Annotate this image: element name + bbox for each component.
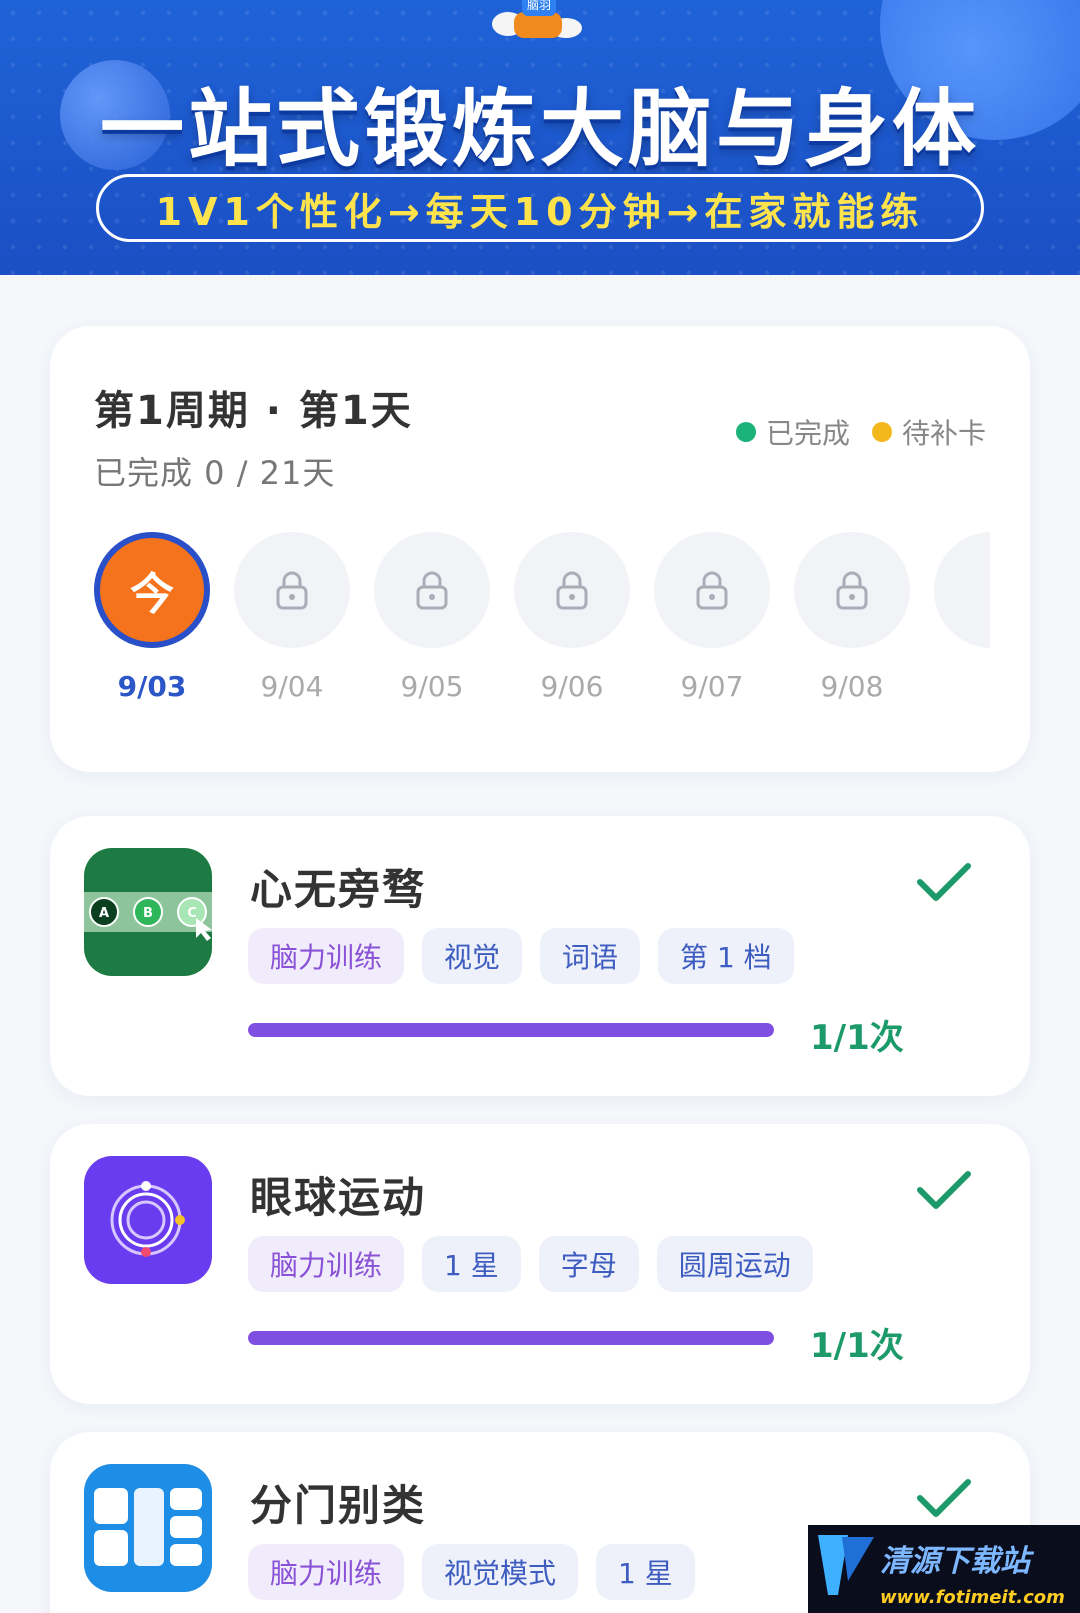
exercise-card[interactable]: 眼球运动 脑力训练 1 星 字母 圆周运动 1/1次 bbox=[50, 1124, 1030, 1404]
banner-title: 一站式锻炼大脑与身体 bbox=[99, 80, 980, 178]
progress-bar bbox=[248, 1023, 774, 1037]
day-date: 9/08 bbox=[820, 670, 884, 703]
cycle-title: 第1周期 · 第1天 bbox=[94, 388, 413, 434]
tag: 脑力训练 bbox=[248, 1236, 405, 1292]
tag: 圆周运动 bbox=[656, 1236, 813, 1292]
abc-focus-icon: A B C bbox=[84, 848, 212, 976]
attempt-count: 1/1次 bbox=[810, 1326, 904, 1366]
tag: 第 1 档 bbox=[658, 928, 794, 984]
day-date: 9/03 bbox=[117, 670, 187, 703]
day-selector[interactable]: 今 9/03 9/04 9/05 9/06 9/07 9/08 bbox=[94, 532, 990, 722]
exercise-title: 心无旁骛 bbox=[250, 865, 427, 914]
today-badge: 今 bbox=[94, 532, 210, 648]
orange-dot-icon bbox=[871, 422, 892, 442]
day-item-locked[interactable]: 9/08 bbox=[794, 532, 910, 703]
tag-list: 脑力训练 视觉 词语 第 1 档 bbox=[248, 928, 794, 984]
mascot-icon: 脑羽 bbox=[492, 0, 582, 38]
day-item-partial[interactable] bbox=[934, 532, 990, 648]
watermark-name: 清源下载站 bbox=[880, 1544, 1035, 1579]
exercise-title: 眼球运动 bbox=[250, 1173, 427, 1222]
tag: 视觉 bbox=[422, 928, 523, 984]
day-date: 9/04 bbox=[260, 670, 324, 703]
progress-fill bbox=[248, 1331, 774, 1345]
tag: 视觉模式 bbox=[422, 1544, 579, 1600]
check-icon bbox=[917, 1479, 971, 1517]
tag-list: 脑力训练 视觉模式 1 星 bbox=[248, 1544, 695, 1600]
check-icon bbox=[917, 1171, 971, 1209]
cycle-progress-card: 第1周期 · 第1天 已完成 0 / 21天 已完成 待补卡 今 9/03 9/… bbox=[50, 326, 1030, 772]
progress-bar bbox=[248, 1331, 774, 1345]
legend-completed: 已完成 bbox=[735, 412, 850, 452]
day-circle-partial bbox=[934, 532, 990, 648]
legend-label: 已完成 bbox=[765, 417, 850, 450]
banner-subtitle-pill: 1V1个性化→每天10分钟→在家就能练 bbox=[96, 174, 984, 242]
tag: 脑力训练 bbox=[248, 928, 405, 984]
completed-count: 已完成 0 / 21天 bbox=[94, 454, 336, 492]
day-item-locked[interactable]: 9/04 bbox=[234, 532, 350, 703]
day-date: 9/06 bbox=[540, 670, 604, 703]
tag-list: 脑力训练 1 星 字母 圆周运动 bbox=[248, 1236, 813, 1292]
orbit-icon bbox=[84, 1156, 212, 1284]
day-item-locked[interactable]: 9/06 bbox=[514, 532, 630, 703]
day-item-locked[interactable]: 9/05 bbox=[374, 532, 490, 703]
icon-letter: C bbox=[187, 906, 197, 921]
exercise-title: 分门别类 bbox=[250, 1481, 427, 1530]
day-item-locked[interactable]: 9/07 bbox=[654, 532, 770, 703]
tag: 1 星 bbox=[422, 1236, 521, 1292]
attempt-count: 1/1次 bbox=[810, 1018, 904, 1058]
day-item-today[interactable]: 今 9/03 bbox=[94, 532, 210, 703]
tag: 字母 bbox=[538, 1236, 639, 1292]
icon-letter: B bbox=[143, 906, 153, 921]
icon-letter: A bbox=[99, 906, 109, 921]
lock-icon bbox=[696, 571, 728, 610]
day-date: 9/07 bbox=[680, 670, 744, 703]
exercise-card[interactable]: A B C 心无旁骛 脑力训练 视觉 词语 第 1 档 1/1次 bbox=[50, 816, 1030, 1096]
day-date: 9/05 bbox=[400, 670, 464, 703]
mascot-label: 脑羽 bbox=[527, 0, 551, 12]
status-legend: 已完成 待补卡 bbox=[735, 412, 986, 452]
tag: 1 星 bbox=[596, 1544, 695, 1600]
watermark-url: www.fotimeit.com bbox=[880, 1587, 1065, 1608]
green-dot-icon bbox=[735, 422, 756, 442]
tag: 脑力训练 bbox=[248, 1544, 405, 1600]
check-icon bbox=[917, 863, 971, 901]
lock-icon bbox=[416, 571, 448, 610]
grid-sort-icon bbox=[84, 1464, 212, 1592]
lock-icon bbox=[276, 571, 308, 610]
legend-pending: 待补卡 bbox=[871, 412, 986, 452]
lock-icon bbox=[836, 571, 868, 610]
legend-label: 待补卡 bbox=[901, 417, 986, 450]
tag: 词语 bbox=[540, 928, 641, 984]
lock-icon bbox=[556, 571, 588, 610]
promo-banner[interactable]: 脑羽 一站式锻炼大脑与身体 1V1个性化→每天10分钟→在家就能练 bbox=[0, 0, 1080, 275]
banner-subtitle: 1V1个性化→每天10分钟→在家就能练 bbox=[155, 189, 925, 234]
progress-fill bbox=[248, 1023, 774, 1037]
watermark-logo: 清源下载站 www.fotimeit.com bbox=[808, 1525, 1080, 1613]
